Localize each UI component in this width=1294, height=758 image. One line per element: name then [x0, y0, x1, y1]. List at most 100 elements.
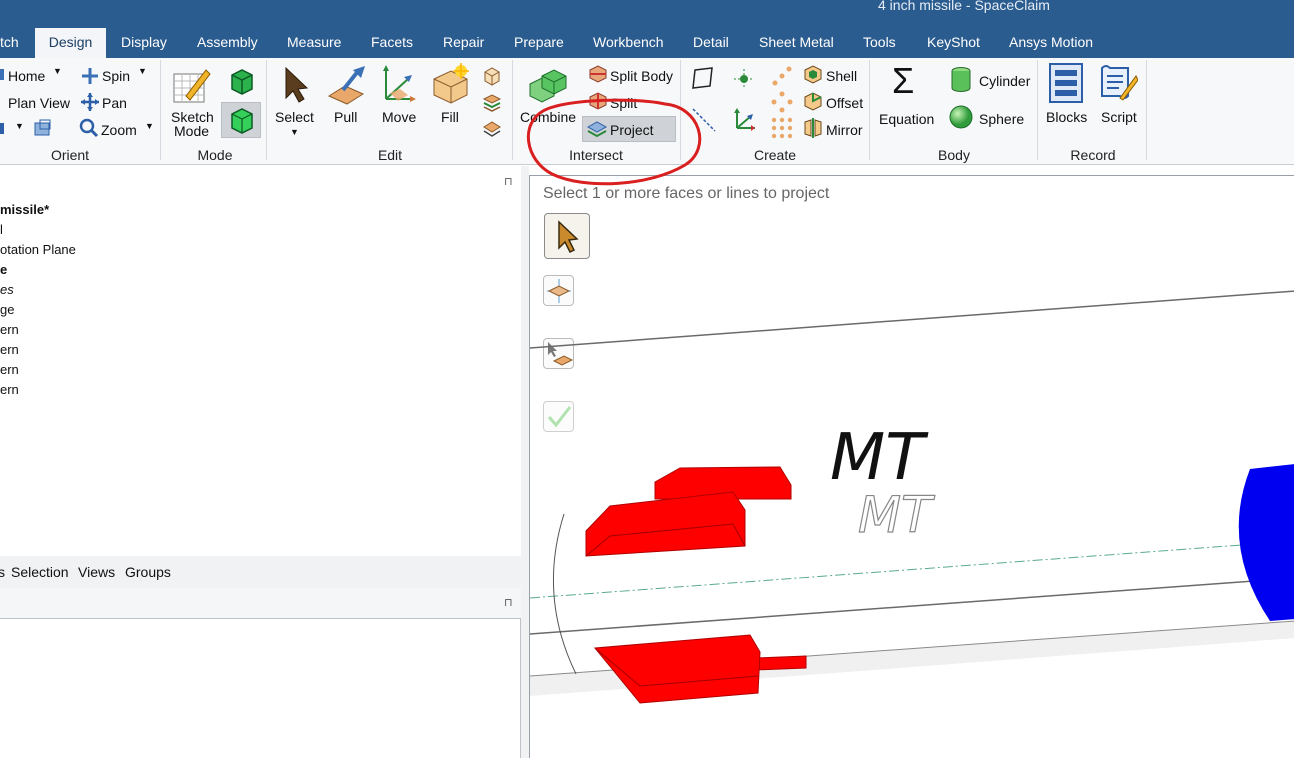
pull-button[interactable]: Pull	[334, 109, 357, 125]
edit-group-label: Edit	[377, 147, 403, 163]
script-button[interactable]: Script	[1101, 109, 1137, 125]
ribbon-separator	[266, 60, 267, 160]
sketch-mode-icon	[173, 69, 211, 103]
move-button[interactable]: Move	[382, 109, 416, 125]
section-mode-icon[interactable]	[228, 67, 254, 95]
tab-sheet-metal[interactable]: Sheet Metal	[753, 30, 840, 58]
tree-item[interactable]: e	[0, 262, 7, 277]
tree-item[interactable]: ge	[0, 302, 14, 317]
fill-icon	[433, 63, 469, 104]
sphere-icon	[949, 105, 973, 129]
fill-button[interactable]: Fill	[441, 109, 459, 125]
tab-facets[interactable]: Facets	[365, 30, 419, 58]
project-label[interactable]: Project	[610, 122, 654, 138]
tab-ansys-motion[interactable]: Ansys Motion	[1003, 30, 1099, 58]
tree-item[interactable]: ern	[0, 342, 19, 357]
blocks-button[interactable]: Blocks	[1046, 109, 1087, 125]
script-icon	[1101, 65, 1138, 101]
pan-button[interactable]: Pan	[102, 95, 127, 111]
tab-views[interactable]: Views	[78, 564, 115, 580]
record-group-label: Record	[1070, 147, 1116, 163]
spin-dropdown-icon[interactable]: ▼	[138, 66, 147, 76]
shell-button[interactable]: Shell	[826, 68, 857, 84]
tree-item[interactable]: ern	[0, 322, 19, 337]
options-panel-header: ⊓	[0, 588, 522, 618]
tree-item[interactable]: l	[0, 222, 3, 237]
equation-icon: Σ	[892, 60, 915, 101]
split-button[interactable]: Split	[610, 95, 637, 111]
offset-button[interactable]: Offset	[826, 95, 863, 111]
tab-design[interactable]: Design	[35, 28, 106, 60]
tab-measure[interactable]: Measure	[281, 30, 347, 58]
tab-groups[interactable]: Groups	[125, 564, 171, 580]
tab-sketch[interactable]: tch	[0, 30, 25, 58]
tab-assembly[interactable]: Assembly	[191, 30, 264, 58]
ribbon-separator	[1037, 60, 1038, 160]
project-icon	[586, 121, 608, 138]
tree-item[interactable]: es	[0, 282, 14, 297]
body-bottom-edge	[530, 577, 1294, 635]
point-icon[interactable]	[733, 68, 755, 90]
axis-icon[interactable]	[731, 106, 759, 134]
spin-icon	[82, 68, 98, 84]
body-group-label: Body	[938, 147, 970, 163]
tab-display[interactable]: Display	[115, 30, 173, 58]
combine-icon	[529, 69, 567, 103]
cylinder-button[interactable]: Cylinder	[979, 73, 1030, 89]
ribbon-separator	[512, 60, 513, 160]
equation-button[interactable]: Equation	[879, 111, 934, 127]
blocks-icon	[1049, 63, 1083, 103]
view-cube-icon[interactable]	[0, 121, 6, 137]
tab-workbench[interactable]: Workbench	[587, 30, 670, 58]
view-dropdown-icon[interactable]: ▼	[15, 121, 24, 131]
select-dropdown-icon[interactable]: ▼	[290, 127, 299, 137]
tab-keyshot[interactable]: KeyShot	[921, 30, 986, 58]
home-icon	[0, 69, 4, 80]
mirror-icon	[804, 118, 822, 138]
sketch-mode-label-2[interactable]: Mode	[174, 123, 209, 139]
plan-view-button[interactable]: Plan View	[8, 95, 70, 111]
zoom-box-icon[interactable]	[32, 118, 54, 140]
circular-pattern-icon[interactable]	[770, 90, 794, 114]
rectangle-icon[interactable]	[690, 66, 716, 90]
layers-icon[interactable]	[482, 93, 502, 113]
pin-icon[interactable]: ⊓	[504, 596, 513, 609]
tree-item[interactable]: ern	[0, 362, 19, 377]
pin-icon[interactable]: ⊓	[504, 175, 513, 188]
tab-repair[interactable]: Repair	[437, 30, 490, 58]
mirror-button[interactable]: Mirror	[826, 122, 863, 138]
combine-button[interactable]: Combine	[520, 109, 576, 125]
fin-top-front	[585, 491, 746, 557]
3d-viewport[interactable]: Select 1 or more faces or lines to proje…	[529, 175, 1294, 758]
linear-pattern-icon[interactable]	[770, 64, 794, 88]
zoom-dropdown-icon[interactable]: ▼	[145, 121, 154, 131]
tab-selection[interactable]: Selection	[11, 564, 69, 580]
panel-splitter[interactable]	[521, 166, 529, 758]
home-button[interactable]: Home	[8, 68, 45, 84]
tab-tools[interactable]: Tools	[857, 30, 902, 58]
tab-prepare[interactable]: Prepare	[508, 30, 570, 58]
split-body-icon	[589, 65, 607, 83]
blend-icon[interactable]	[482, 119, 502, 139]
home-dropdown-icon[interactable]: ▼	[53, 66, 62, 76]
split-body-button[interactable]: Split Body	[610, 68, 673, 84]
tab-layers[interactable]: s	[0, 564, 5, 580]
tree-item-root[interactable]: missile*	[0, 202, 49, 217]
end-arc	[552, 513, 577, 675]
zoom-button[interactable]: Zoom	[101, 122, 137, 138]
sphere-button[interactable]: Sphere	[979, 111, 1024, 127]
structure-panel: ⊓ missile* l otation Plane e es ge ern e…	[0, 166, 522, 556]
line-icon[interactable]	[690, 106, 718, 134]
tab-detail[interactable]: Detail	[687, 30, 735, 58]
split-icon	[589, 92, 607, 110]
fill-pattern-icon[interactable]	[770, 116, 794, 140]
sketch-text: MT	[830, 421, 929, 495]
select-button[interactable]: Select	[275, 109, 314, 125]
projected-text: MT	[858, 486, 935, 544]
tree-item[interactable]: otation Plane	[0, 242, 76, 257]
zoom-icon	[79, 118, 99, 138]
tweak-face-icon[interactable]	[482, 66, 502, 86]
tree-item[interactable]: ern	[0, 382, 19, 397]
offset-icon	[804, 92, 822, 111]
spin-button[interactable]: Spin	[102, 68, 130, 84]
